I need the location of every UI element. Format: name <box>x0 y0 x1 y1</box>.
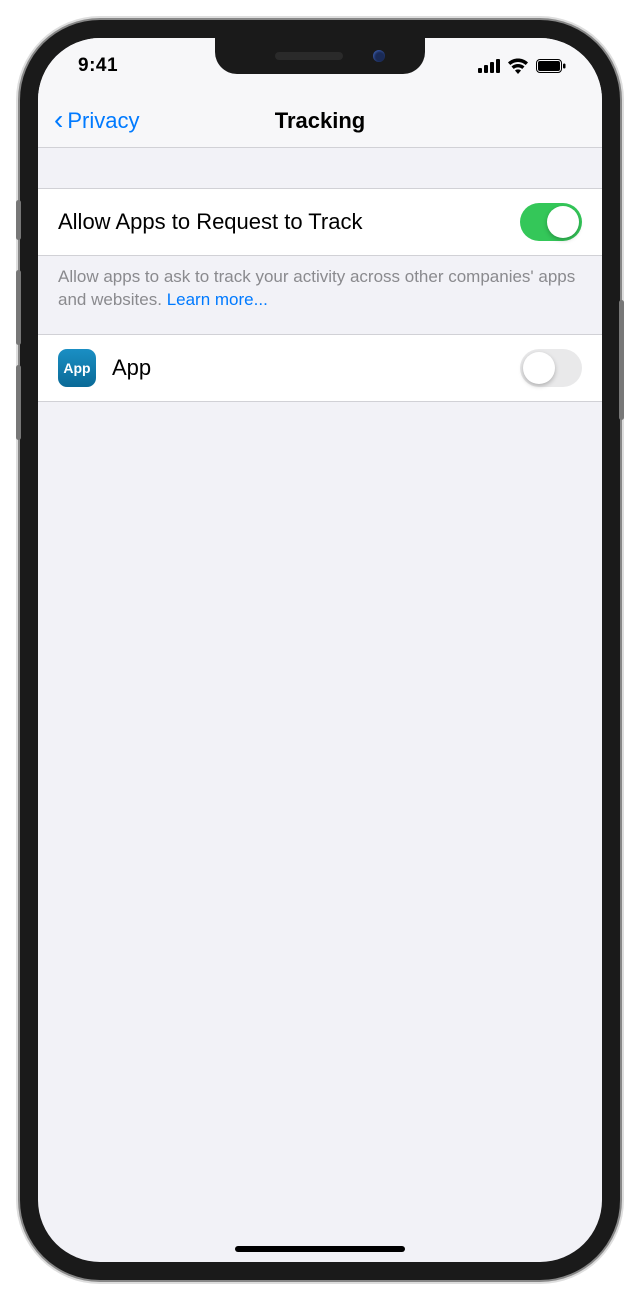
app-icon: App <box>58 349 96 387</box>
section-spacer <box>38 148 602 188</box>
app-tracking-row: App App <box>38 334 602 402</box>
status-time: 9:41 <box>78 55 118 77</box>
section-footer: Allow apps to ask to track your activity… <box>38 256 602 334</box>
app-name-label: App <box>112 355 151 381</box>
learn-more-link[interactable]: Learn more... <box>167 290 268 309</box>
wifi-icon <box>507 58 529 74</box>
notch <box>215 38 425 74</box>
speaker-grille <box>275 52 343 60</box>
app-tracking-toggle[interactable] <box>520 349 582 387</box>
toggle-knob <box>547 206 579 238</box>
front-camera <box>373 50 385 62</box>
volume-up-button <box>16 270 21 345</box>
back-button[interactable]: ‹ Privacy <box>54 108 139 134</box>
status-indicators <box>478 58 566 74</box>
cellular-icon <box>478 59 500 73</box>
home-indicator[interactable] <box>235 1246 405 1252</box>
allow-apps-to-track-label: Allow Apps to Request to Track <box>58 209 363 235</box>
back-label: Privacy <box>67 108 139 134</box>
page-title: Tracking <box>275 108 365 134</box>
phone-frame: 9:41 ‹ Privacy Tracking Allow Apps to Re… <box>20 20 620 1280</box>
toggle-knob <box>523 352 555 384</box>
footer-description: Allow apps to ask to track your activity… <box>58 267 575 309</box>
mute-switch <box>16 200 21 240</box>
volume-down-button <box>16 365 21 440</box>
nav-bar: ‹ Privacy Tracking <box>38 94 602 148</box>
allow-apps-to-track-row: Allow Apps to Request to Track <box>38 188 602 256</box>
screen: 9:41 ‹ Privacy Tracking Allow Apps to Re… <box>38 38 602 1262</box>
chevron-left-icon: ‹ <box>54 106 63 134</box>
power-button <box>619 300 624 420</box>
content: Allow Apps to Request to Track Allow app… <box>38 148 602 402</box>
allow-apps-to-track-toggle[interactable] <box>520 203 582 241</box>
battery-icon <box>536 59 566 73</box>
